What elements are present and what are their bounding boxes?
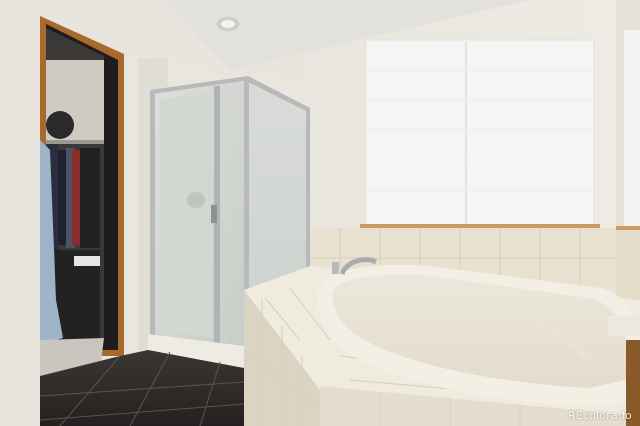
left-wall bbox=[0, 0, 42, 426]
shower-handle bbox=[211, 205, 217, 223]
watermark: REcolorado bbox=[567, 409, 632, 422]
side-window bbox=[624, 30, 640, 226]
bathroom-photo bbox=[0, 0, 640, 426]
vanity-edge bbox=[608, 316, 640, 336]
window-shade bbox=[360, 39, 600, 229]
